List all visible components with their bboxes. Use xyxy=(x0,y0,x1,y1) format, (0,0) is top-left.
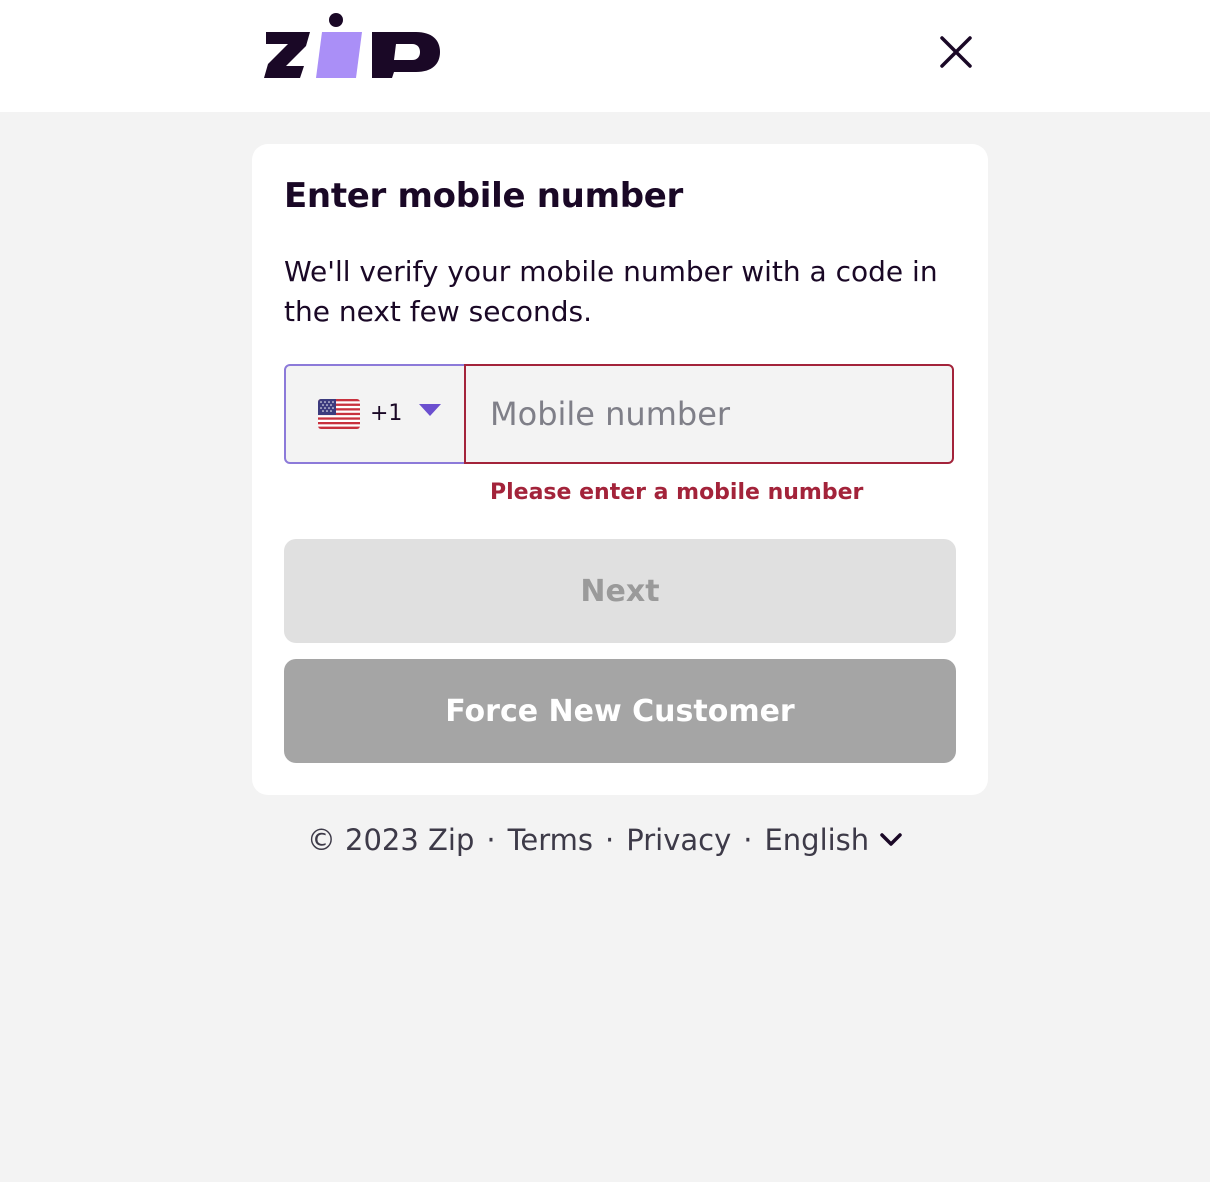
language-label: English xyxy=(764,823,870,857)
caret-down-icon xyxy=(419,404,441,416)
language-selector[interactable]: English xyxy=(764,823,903,857)
page-title: Enter mobile number xyxy=(284,176,683,216)
dial-code: +1 xyxy=(370,401,403,426)
force-new-customer-button[interactable]: Force New Customer xyxy=(284,659,956,763)
terms-link[interactable]: Terms xyxy=(508,823,593,857)
error-message: Please enter a mobile number xyxy=(490,480,864,505)
us-flag-icon xyxy=(318,399,360,429)
footer: © 2023 Zip · Terms · Privacy · English xyxy=(0,818,1210,862)
separator: · xyxy=(743,823,753,857)
chevron-down-icon xyxy=(880,833,902,846)
subtitle: We'll verify your mobile number with a c… xyxy=(284,255,938,328)
country-code-select[interactable]: +1 xyxy=(284,364,466,464)
privacy-link[interactable]: Privacy xyxy=(626,823,731,857)
mobile-number-input[interactable] xyxy=(464,364,954,464)
verification-card: Enter mobile number We'll verify your mo… xyxy=(252,144,988,795)
zip-logo xyxy=(264,13,440,78)
separator: · xyxy=(486,823,496,857)
top-bar xyxy=(0,0,1210,112)
separator: · xyxy=(605,823,615,857)
close-icon[interactable] xyxy=(936,32,976,72)
copyright: © 2023 Zip xyxy=(306,823,475,857)
next-button[interactable]: Next xyxy=(284,539,956,643)
